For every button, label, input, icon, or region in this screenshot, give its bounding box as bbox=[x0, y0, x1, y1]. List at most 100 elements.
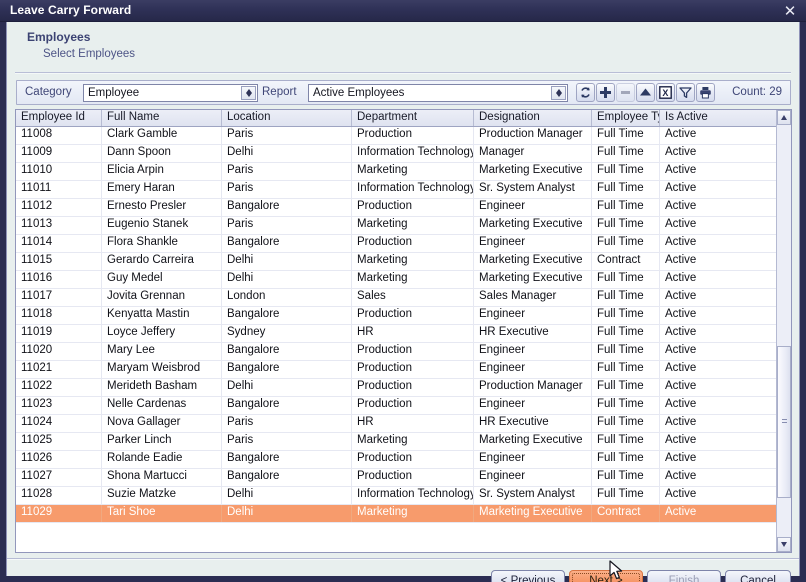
table-row[interactable]: 11024Nova GallagerParisHRHR ExecutiveFul… bbox=[16, 415, 776, 433]
table-cell: Sydney bbox=[222, 325, 352, 342]
table-cell: Marketing bbox=[352, 163, 474, 180]
table-cell: Production bbox=[352, 199, 474, 216]
table-row[interactable]: 11012Ernesto PreslerBangaloreProductionE… bbox=[16, 199, 776, 217]
table-cell: 11013 bbox=[16, 217, 102, 234]
table-row[interactable]: 11023Nelle CardenasBangaloreProductionEn… bbox=[16, 397, 776, 415]
table-cell: Sales bbox=[352, 289, 474, 306]
excel-export-icon[interactable]: X bbox=[656, 83, 675, 102]
table-cell: Guy Medel bbox=[102, 271, 222, 288]
table-row[interactable]: 11028Suzie MatzkeDelhiInformation Techno… bbox=[16, 487, 776, 505]
table-row[interactable]: 11025Parker LinchParisMarketingMarketing… bbox=[16, 433, 776, 451]
next-button-label: Next > bbox=[589, 575, 623, 582]
table-cell: Information Technology bbox=[352, 487, 474, 504]
table-cell: Delhi bbox=[222, 253, 352, 270]
table-row[interactable]: 11029Tari ShoeDelhiMarketingMarketing Ex… bbox=[16, 505, 776, 523]
previous-button[interactable]: < Previous bbox=[491, 570, 565, 582]
print-icon[interactable] bbox=[696, 83, 715, 102]
table-row[interactable]: 11016Guy MedelDelhiMarketingMarketing Ex… bbox=[16, 271, 776, 289]
grid-column-header[interactable]: Employee Type bbox=[592, 110, 660, 126]
table-cell: 11019 bbox=[16, 325, 102, 342]
report-select[interactable]: Active Employees bbox=[308, 84, 568, 102]
table-cell: Active bbox=[660, 487, 776, 504]
table-cell: 11014 bbox=[16, 235, 102, 252]
table-cell: Full Time bbox=[592, 433, 660, 450]
grid-column-header[interactable]: Designation bbox=[474, 110, 592, 126]
table-cell: Paris bbox=[222, 415, 352, 432]
refresh-icon[interactable] bbox=[576, 83, 595, 102]
table-cell: Full Time bbox=[592, 235, 660, 252]
table-row[interactable]: 11014Flora ShankleBangaloreProductionEng… bbox=[16, 235, 776, 253]
filter-toolbar: Category Employee Report Active Employee… bbox=[16, 80, 791, 105]
scrollbar-thumb[interactable] bbox=[777, 346, 791, 498]
filter-icon[interactable] bbox=[676, 83, 695, 102]
grid-vertical-scrollbar[interactable] bbox=[776, 110, 791, 552]
table-cell: Production bbox=[352, 343, 474, 360]
category-label: Category bbox=[25, 86, 72, 98]
table-cell: Marketing bbox=[352, 505, 474, 522]
table-row[interactable]: 11015Gerardo CarreiraDelhiMarketingMarke… bbox=[16, 253, 776, 271]
table-cell: Contract bbox=[592, 253, 660, 270]
table-cell: Full Time bbox=[592, 199, 660, 216]
table-cell: Marketing bbox=[352, 433, 474, 450]
scroll-up-icon[interactable] bbox=[777, 110, 791, 125]
table-row[interactable]: 11009Dann SpoonDelhiInformation Technolo… bbox=[16, 145, 776, 163]
move-up-icon[interactable] bbox=[636, 83, 655, 102]
table-cell: Active bbox=[660, 199, 776, 216]
table-cell: Active bbox=[660, 433, 776, 450]
table-row[interactable]: 11013Eugenio StanekParisMarketingMarketi… bbox=[16, 217, 776, 235]
plus-icon[interactable] bbox=[596, 83, 615, 102]
grid-column-header[interactable]: Full Name bbox=[102, 110, 222, 126]
table-cell: HR Executive bbox=[474, 325, 592, 342]
grid-header-row: Employee IdFull NameLocationDepartmentDe… bbox=[16, 110, 791, 127]
table-cell: Marketing Executive bbox=[474, 163, 592, 180]
table-cell: Full Time bbox=[592, 307, 660, 324]
table-cell: Jovita Grennan bbox=[102, 289, 222, 306]
table-cell: 11010 bbox=[16, 163, 102, 180]
table-cell: Bangalore bbox=[222, 451, 352, 468]
table-cell: 11015 bbox=[16, 253, 102, 270]
table-cell: Bangalore bbox=[222, 307, 352, 324]
table-cell: Production Manager bbox=[474, 379, 592, 396]
table-cell: Active bbox=[660, 181, 776, 198]
table-cell: Bangalore bbox=[222, 343, 352, 360]
table-cell: Active bbox=[660, 235, 776, 252]
table-cell: 11023 bbox=[16, 397, 102, 414]
table-cell: 11008 bbox=[16, 127, 102, 144]
table-row[interactable]: 11026Rolande EadieBangaloreProductionEng… bbox=[16, 451, 776, 469]
close-icon[interactable]: ✕ bbox=[780, 2, 800, 20]
table-cell: Full Time bbox=[592, 181, 660, 198]
table-row[interactable]: 11017Jovita GrennanLondonSalesSales Mana… bbox=[16, 289, 776, 307]
next-button[interactable]: Next > bbox=[569, 570, 643, 582]
table-cell: Production bbox=[352, 307, 474, 324]
table-row[interactable]: 11018Kenyatta MastinBangaloreProductionE… bbox=[16, 307, 776, 325]
category-select[interactable]: Employee bbox=[83, 84, 258, 102]
table-cell: Sr. System Analyst bbox=[474, 487, 592, 504]
cancel-button[interactable]: Cancel bbox=[725, 570, 791, 582]
table-row[interactable]: 11020Mary LeeBangaloreProductionEngineer… bbox=[16, 343, 776, 361]
table-row[interactable]: 11010Elicia ArpinParisMarketingMarketing… bbox=[16, 163, 776, 181]
table-cell: Production bbox=[352, 127, 474, 144]
scroll-down-icon[interactable] bbox=[777, 537, 791, 552]
table-row[interactable]: 11027Shona MartucciBangaloreProductionEn… bbox=[16, 469, 776, 487]
table-cell: Loyce Jeffery bbox=[102, 325, 222, 342]
table-cell: Production bbox=[352, 379, 474, 396]
table-cell: Engineer bbox=[474, 469, 592, 486]
cancel-button-label: Cancel bbox=[740, 575, 776, 582]
table-row[interactable]: 11008Clark GambleParisProductionProducti… bbox=[16, 127, 776, 145]
table-row[interactable]: 11021Maryam WeisbrodBangaloreProductionE… bbox=[16, 361, 776, 379]
table-cell: Marketing bbox=[352, 271, 474, 288]
grid-column-header[interactable]: Department bbox=[352, 110, 474, 126]
table-cell: Delhi bbox=[222, 505, 352, 522]
table-cell: 11024 bbox=[16, 415, 102, 432]
table-row[interactable]: 11022Merideth BashamDelhiProductionProdu… bbox=[16, 379, 776, 397]
table-row[interactable]: 11011Emery HaranParisInformation Technol… bbox=[16, 181, 776, 199]
category-spinner-icon[interactable] bbox=[241, 86, 256, 100]
svg-text:X: X bbox=[662, 88, 668, 98]
table-row[interactable]: 11019Loyce JefferySydneyHRHR ExecutiveFu… bbox=[16, 325, 776, 343]
grid-column-header[interactable]: Employee Id bbox=[16, 110, 102, 126]
table-cell: Delhi bbox=[222, 271, 352, 288]
report-spinner-icon[interactable] bbox=[551, 86, 566, 100]
grid-column-header[interactable]: Location bbox=[222, 110, 352, 126]
grid-column-header[interactable]: Is Active bbox=[660, 110, 776, 126]
leave-carry-forward-window: Leave Carry Forward ✕ Employees Select E… bbox=[0, 0, 806, 582]
